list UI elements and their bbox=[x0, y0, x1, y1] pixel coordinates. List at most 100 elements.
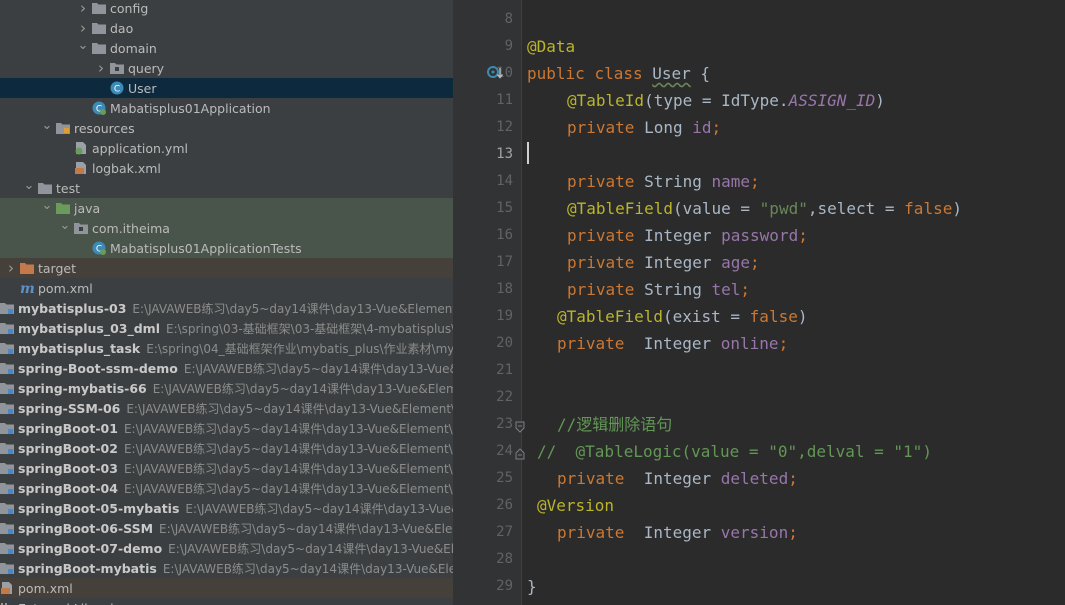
code-line-9: @Data bbox=[527, 37, 576, 56]
tree-row[interactable]: mybatisplus_task E:\spring\04_基础框架作业\myba… bbox=[0, 338, 453, 358]
code-line-26: @Version bbox=[537, 496, 615, 515]
chevron-down-icon[interactable]: ⌄ bbox=[40, 198, 54, 213]
chevron-down-icon[interactable]: ⌄ bbox=[40, 118, 54, 133]
code-line-16: private Integer password; bbox=[567, 226, 808, 245]
tree-row[interactable]: springBoot-01 E:\JAVAWEB练习\day5~day14课件\d… bbox=[0, 418, 453, 438]
line-number: 26 bbox=[496, 497, 513, 513]
tree-row[interactable]: springBoot-03 E:\JAVAWEB练习\day5~day14课件\d… bbox=[0, 458, 453, 478]
module-icon bbox=[0, 441, 14, 455]
module-icon bbox=[0, 541, 14, 555]
module-path: E:\JAVAWEB练习\day5~day14课件\day13-Vue&Elem… bbox=[152, 381, 453, 396]
tree-row[interactable]: spring-SSM-06 E:\JAVAWEB练习\day5~day14课件\d… bbox=[0, 398, 453, 418]
tree-row[interactable]: ›application.yml bbox=[0, 138, 453, 158]
tree-row[interactable]: spring-Boot-ssm-demo E:\JAVAWEB练习\day5~da… bbox=[0, 358, 453, 378]
tree-row[interactable]: pom.xml bbox=[0, 578, 453, 598]
tree-row[interactable]: › query bbox=[0, 58, 453, 78]
tree-item-label: target bbox=[38, 260, 77, 276]
bean-gutter-icon[interactable] bbox=[487, 65, 505, 85]
resources-folder-icon bbox=[56, 121, 70, 135]
folder-icon bbox=[92, 41, 106, 55]
tree-item-label: springBoot-03 bbox=[18, 460, 118, 476]
line-number: 14 bbox=[496, 173, 513, 189]
tree-row[interactable]: mybatisplus-03 E:\JAVAWEB练习\day5~day14课件\… bbox=[0, 298, 453, 318]
code-line-10: public class User { bbox=[527, 64, 711, 83]
chevron-down-icon[interactable]: ⌄ bbox=[76, 38, 90, 53]
tree-row[interactable]: External Libraries bbox=[0, 598, 453, 605]
tree-item-label: Mabatisplus01ApplicationTests bbox=[110, 240, 302, 256]
code-line-17: private Integer age; bbox=[567, 253, 760, 272]
tree-item-label: pom.xml bbox=[38, 280, 93, 296]
line-number: 29 bbox=[496, 578, 513, 594]
tree-item-label: spring-mybatis-66 bbox=[18, 380, 147, 396]
module-path: E:\JAVAWEB练习\day5~day14课件\day13-Vue&Ele bbox=[185, 501, 453, 516]
module-icon bbox=[0, 521, 14, 535]
code-editor[interactable]: 8 9 10 11 12 13 14 15 16 17 18 19 20 21 22 23 24 25 26 27 28… bbox=[453, 0, 1065, 605]
module-icon bbox=[0, 501, 14, 515]
tree-row[interactable]: ⌄ java bbox=[0, 198, 453, 218]
module-icon bbox=[0, 401, 14, 415]
code-line-15: @TableField(value = "pwd",select = false… bbox=[567, 199, 962, 218]
fold-marker-icon[interactable] bbox=[515, 418, 525, 437]
chevron-right-icon[interactable]: › bbox=[76, 0, 90, 17]
tree-row[interactable]: springBoot-mybatis E:\JAVAWEB练习\day5~day1… bbox=[0, 558, 453, 578]
module-path: E:\JAVAWEB练习\day5~day14课件\day13-Vue&Elem… bbox=[123, 441, 453, 456]
project-tree-panel[interactable]: ›config›dao⌄domain›query›CUser›CMabatisp… bbox=[0, 0, 453, 605]
tree-row[interactable]: ›CMabatisplus01Application bbox=[0, 98, 453, 118]
folder-icon bbox=[92, 21, 106, 35]
text-caret bbox=[527, 142, 529, 164]
xml-file-icon bbox=[74, 161, 88, 175]
module-path: E:\JAVAWEB练习\day5~day14课件\day13-Vue&Elem… bbox=[123, 461, 453, 476]
code-line-29: } bbox=[527, 577, 537, 596]
code-line-20: private Integer online; bbox=[557, 334, 789, 353]
tree-row[interactable]: ›CMabatisplus01ApplicationTests bbox=[0, 238, 453, 258]
chevron-down-icon[interactable]: ⌄ bbox=[22, 178, 36, 193]
tree-row[interactable]: springBoot-06-SSM E:\JAVAWEB练习\day5~day14… bbox=[0, 518, 453, 538]
tree-item-label: spring-Boot-ssm-demo bbox=[18, 360, 178, 376]
tree-row[interactable]: ⌄ com.itheima bbox=[0, 218, 453, 238]
module-icon bbox=[0, 301, 14, 315]
tree-item-label: test bbox=[56, 180, 81, 196]
tree-row[interactable]: springBoot-02 E:\JAVAWEB练习\day5~day14课件\d… bbox=[0, 438, 453, 458]
tree-item-label: config bbox=[110, 0, 149, 16]
folder-icon bbox=[92, 1, 106, 15]
tree-item-label: mybatisplus_task bbox=[18, 340, 141, 356]
folder-icon bbox=[38, 181, 52, 195]
module-path: E:\JAVAWEB练习\day5~day14课件\day13-Vue&Elem… bbox=[123, 421, 453, 436]
code-line-18: private String tel; bbox=[567, 280, 751, 299]
tree-row[interactable]: ⌄ domain bbox=[0, 38, 453, 58]
tree-item-label: spring-SSM-06 bbox=[18, 400, 121, 416]
module-path: E:\JAVAWEB练习\day5~day14课件\day13-Vue&Elem… bbox=[159, 521, 453, 536]
chevron-down-icon[interactable]: ⌄ bbox=[58, 218, 72, 233]
tree-row[interactable]: mybatisplus_03_dml E:\spring\03-基础框架\03-基… bbox=[0, 318, 453, 338]
excluded-folder-icon bbox=[20, 261, 34, 275]
tree-row[interactable]: ›logbak.xml bbox=[0, 158, 453, 178]
tree-row[interactable]: › target bbox=[0, 258, 453, 278]
tree-row[interactable]: ›CUser bbox=[0, 78, 453, 98]
spring-boot-class-icon: C bbox=[92, 241, 106, 255]
tree-row[interactable]: spring-mybatis-66 E:\JAVAWEB练习\day5~day14… bbox=[0, 378, 453, 398]
code-line-11: @TableId(type = IdType.ASSIGN_ID) bbox=[567, 91, 885, 110]
tree-row[interactable]: ⌄ test bbox=[0, 178, 453, 198]
tree-item-label: springBoot-05-mybatis bbox=[18, 500, 180, 516]
package-icon bbox=[110, 61, 124, 75]
line-number: 11 bbox=[496, 92, 513, 108]
tree-row[interactable]: › dao bbox=[0, 18, 453, 38]
chevron-right-icon[interactable]: › bbox=[4, 259, 18, 277]
fold-marker-icon[interactable] bbox=[515, 445, 525, 464]
code-area[interactable]: @Data public class User { @TableId(type … bbox=[527, 0, 1065, 605]
tree-item-label: application.yml bbox=[92, 140, 188, 156]
tree-row[interactable]: ⌄ resources bbox=[0, 118, 453, 138]
chevron-right-icon[interactable]: › bbox=[76, 19, 90, 37]
tree-row[interactable]: springBoot-04 E:\JAVAWEB练习\day5~day14课件\d… bbox=[0, 478, 453, 498]
chevron-right-icon[interactable]: › bbox=[94, 59, 108, 77]
tree-row[interactable]: springBoot-05-mybatis E:\JAVAWEB练习\day5~d… bbox=[0, 498, 453, 518]
module-icon bbox=[0, 321, 14, 335]
tree-row[interactable]: › config bbox=[0, 0, 453, 18]
tree-row[interactable]: ›mpom.xml bbox=[0, 278, 453, 298]
module-path: E:\JAVAWEB练习\day5~day14课件\day13-Vue&Elem… bbox=[132, 301, 453, 316]
tree-row[interactable]: springBoot-07-demo E:\JAVAWEB练习\day5~day1… bbox=[0, 538, 453, 558]
spring-boot-class-icon: C bbox=[92, 101, 106, 115]
tree-item-label: springBoot-01 bbox=[18, 420, 118, 436]
line-number: 8 bbox=[504, 11, 513, 27]
code-line-23: //逻辑删除语句 bbox=[557, 415, 673, 434]
